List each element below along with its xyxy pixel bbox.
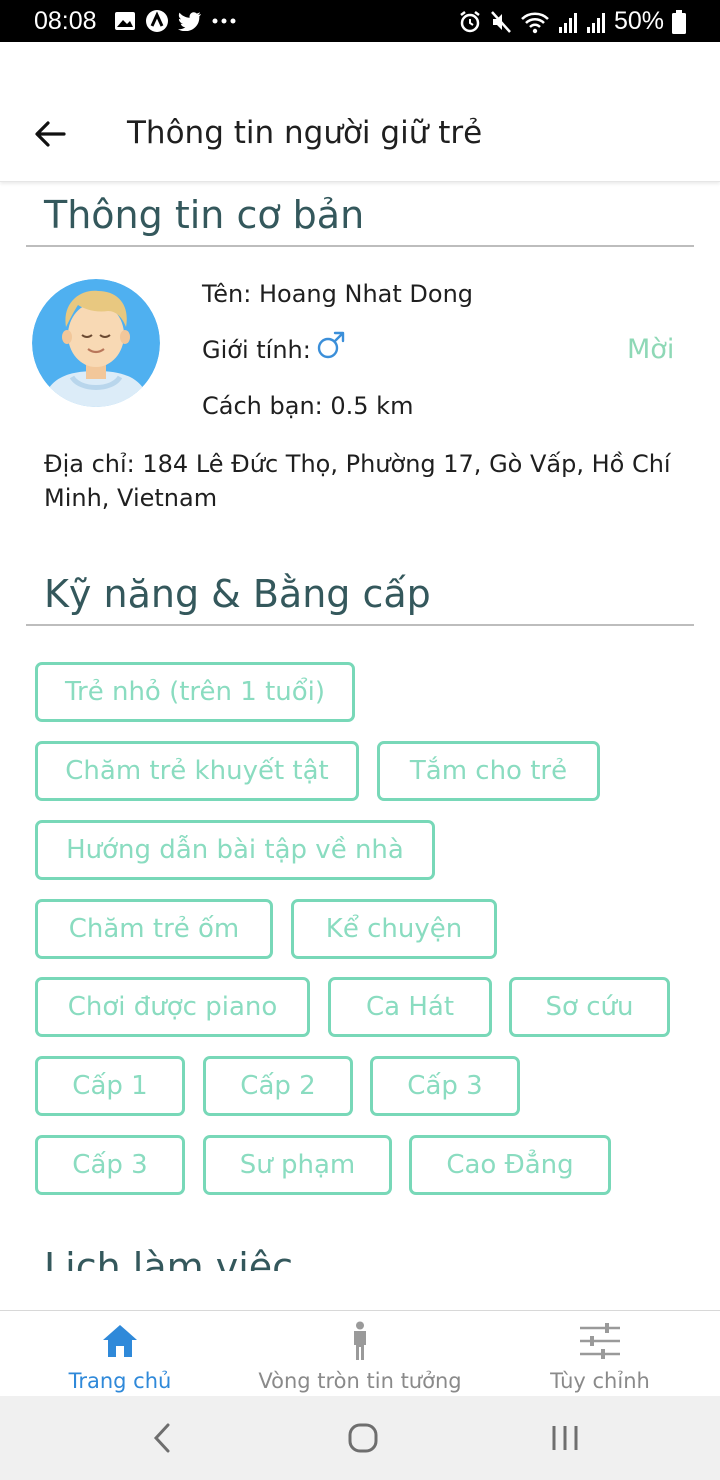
skill-chip[interactable]: Kể chuyện <box>291 899 497 959</box>
distance-text: Cách bạn: 0.5 km <box>202 392 414 420</box>
divider <box>26 245 694 247</box>
back-button[interactable] <box>28 112 72 156</box>
skill-chip[interactable]: Cấp 3 <box>370 1056 520 1116</box>
skill-chip[interactable]: Cấp 1 <box>35 1056 185 1116</box>
divider <box>26 624 694 626</box>
nav-settings[interactable]: Tùy chỉnh <box>520 1311 680 1397</box>
system-home-button[interactable] <box>343 1418 383 1458</box>
home-circle-icon <box>348 1423 378 1453</box>
mute-icon <box>491 10 511 33</box>
gender-label: Giới tính: <box>202 336 311 364</box>
more-dots-icon <box>212 18 236 24</box>
home-icon <box>103 1325 137 1357</box>
app-bar: Thông tin người giữ trẻ <box>0 42 720 182</box>
skill-chip[interactable]: Cấp 2 <box>203 1056 353 1116</box>
address-text: Địa chỉ: 184 Lê Đức Thọ, Phường 17, Gò V… <box>44 450 671 512</box>
section-title-basic-info: Thông tin cơ bản <box>44 193 365 237</box>
person-icon <box>354 1321 366 1360</box>
nav-settings-label: Tùy chỉnh <box>550 1369 650 1393</box>
recents-icon <box>552 1426 578 1450</box>
section-title-skills: Kỹ năng & Bằng cấp <box>44 572 431 616</box>
caregiver-name: Tên: Hoang Nhat Dong <box>202 280 474 308</box>
nav-trust-circle-label: Vòng tròn tin tưởng <box>258 1369 462 1393</box>
skill-chip[interactable]: Trẻ nhỏ (trên 1 tuổi) <box>35 662 355 722</box>
arrow-left-icon <box>35 121 66 147</box>
system-recents-button[interactable] <box>545 1418 585 1458</box>
nav-home-label: Trang chủ <box>68 1369 172 1393</box>
chevron-left-icon <box>153 1423 170 1453</box>
battery-icon <box>672 9 686 34</box>
skill-chip[interactable]: Sơ cứu <box>509 977 670 1037</box>
sliders-icon <box>580 1323 620 1359</box>
wifi-icon <box>521 12 549 33</box>
invite-button[interactable]: Mời <box>627 334 674 365</box>
skill-chip[interactable]: Hướng dẫn bài tập về nhà <box>35 820 435 880</box>
section-title-schedule: Lịch làm việc <box>44 1245 294 1271</box>
image-icon <box>115 12 135 30</box>
status-bar: 08:08 50% <box>0 0 720 42</box>
skill-chip[interactable]: Chăm trẻ khuyết tật <box>35 741 359 801</box>
male-symbol-icon <box>317 331 345 359</box>
skill-chip[interactable]: Tắm cho trẻ <box>377 741 600 801</box>
skill-chip[interactable]: Ca Hát <box>328 977 492 1037</box>
content-scroll[interactable]: Thông tin cơ bản Tên: Hoang Nhat Dong Gi… <box>0 183 720 1271</box>
skill-chip[interactable]: Cao Đẳng <box>409 1135 611 1195</box>
nav-home[interactable]: Trang chủ <box>40 1311 200 1397</box>
signal-icon-2 <box>586 12 605 33</box>
skill-chip[interactable]: Cấp 3 <box>35 1135 185 1195</box>
skill-chip[interactable]: Sư phạm <box>203 1135 392 1195</box>
skill-chip[interactable]: Chơi được piano <box>35 977 310 1037</box>
status-time: 08:08 <box>34 7 97 35</box>
alarm-icon <box>460 10 480 32</box>
twitter-icon <box>178 12 201 31</box>
signal-icon <box>558 12 577 33</box>
bottom-nav: Trang chủ Vòng tròn tin tưởng Tùy chỉnh <box>0 1310 720 1396</box>
skill-chip[interactable]: Chăm trẻ ốm <box>35 899 273 959</box>
system-back-button[interactable] <box>142 1418 182 1458</box>
notification-icons <box>114 9 237 33</box>
system-status: 50% <box>458 7 686 36</box>
battery-percent: 50% <box>613 7 664 35</box>
nav-trust-circle[interactable]: Vòng tròn tin tưởng <box>240 1311 480 1397</box>
page-title: Thông tin người giữ trẻ <box>127 115 483 151</box>
app-a-icon <box>146 10 168 32</box>
system-nav-bar <box>0 1396 720 1480</box>
avatar <box>32 279 160 407</box>
